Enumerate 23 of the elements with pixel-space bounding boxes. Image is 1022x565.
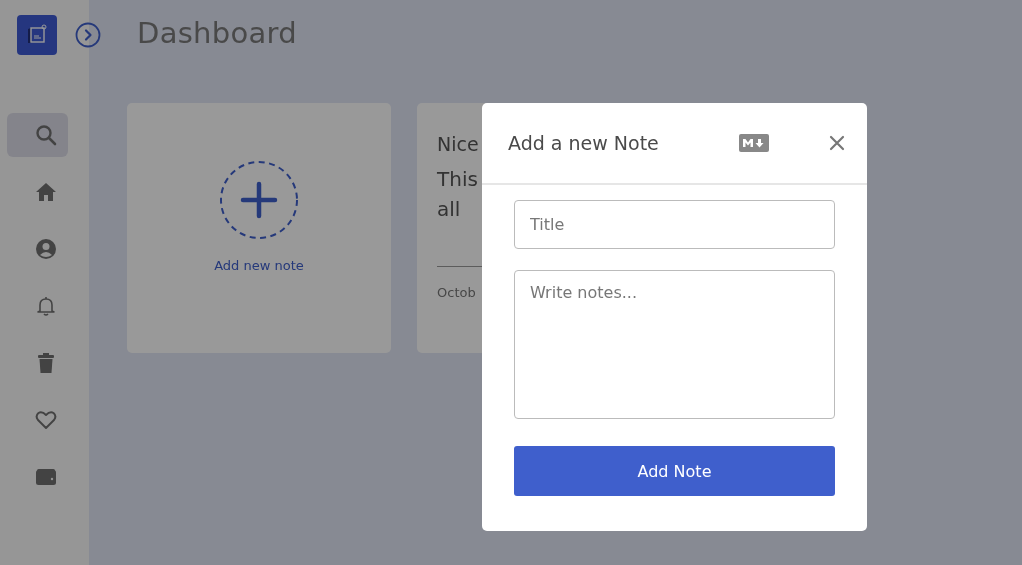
page-title: Dashboard bbox=[137, 16, 299, 52]
search-nav-item[interactable] bbox=[6, 113, 68, 157]
user-icon bbox=[34, 238, 57, 260]
note-title: Nice bbox=[437, 133, 479, 155]
heart-icon bbox=[34, 409, 57, 431]
close-button[interactable] bbox=[829, 135, 845, 151]
expand-sidebar-button[interactable] bbox=[75, 22, 101, 48]
bell-icon bbox=[34, 295, 57, 317]
logo-icon bbox=[17, 15, 57, 55]
markdown-icon[interactable] bbox=[739, 134, 769, 152]
wallet-icon bbox=[34, 466, 57, 488]
note-date: Octob bbox=[437, 285, 476, 300]
add-note-label: Add new note bbox=[214, 258, 304, 273]
add-note-button[interactable]: Add Note bbox=[514, 446, 835, 496]
home-icon bbox=[34, 181, 57, 203]
notes-input-field[interactable]: Write notes... bbox=[514, 270, 835, 419]
add-icon bbox=[219, 160, 299, 240]
note-text: all bbox=[437, 197, 461, 221]
add-note-card[interactable]: Add new note bbox=[127, 103, 391, 353]
dialog-title: Add a new Note bbox=[508, 132, 660, 154]
note-text: This bbox=[437, 167, 478, 191]
title-input-field[interactable]: Title bbox=[514, 200, 835, 249]
search-icon bbox=[34, 124, 57, 146]
